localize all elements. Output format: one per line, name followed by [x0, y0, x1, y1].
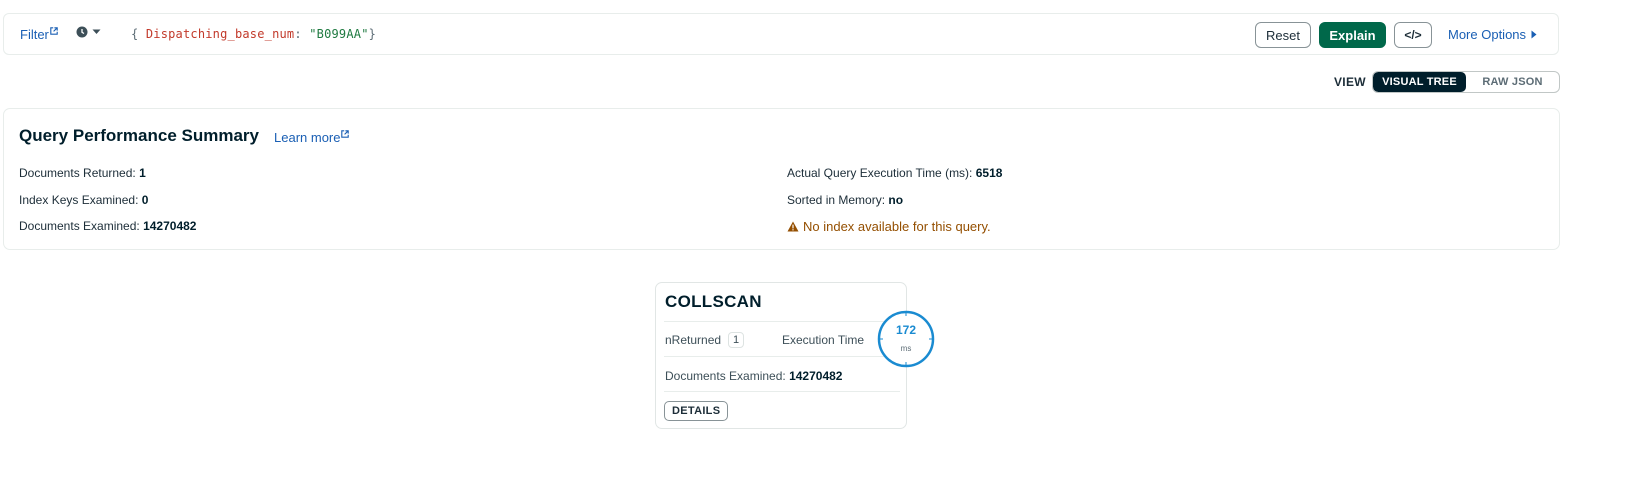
nreturned-label: nReturned: [665, 333, 722, 347]
summary-title: Query Performance Summary: [19, 126, 259, 145]
stat-value: 14270482: [789, 369, 843, 383]
learn-more-label: Learn more: [274, 130, 341, 145]
execution-time-stat: Actual Query Execution Time (ms): 6518: [787, 166, 1002, 180]
divider: [664, 356, 900, 357]
clock-icon: [76, 26, 88, 38]
stat-label: Sorted in Memory:: [787, 193, 886, 207]
index-keys-examined-stat: Index Keys Examined: 0: [19, 193, 148, 207]
query-key: Dispatching_base_num: [145, 27, 295, 41]
filter-bar: Filter { Dispatching_base_num: "B099AA"}…: [3, 13, 1559, 55]
query-sep: :: [294, 27, 310, 41]
warning-text: No index available for this query.: [803, 219, 991, 234]
query-close: }: [368, 27, 377, 41]
stat-value: no: [888, 193, 904, 207]
query-history-button[interactable]: [76, 26, 101, 38]
no-index-warning: No index available for this query.: [787, 219, 991, 234]
stage-documents-examined: Documents Examined: 14270482: [665, 369, 842, 383]
filter-label: Filter: [20, 27, 49, 42]
stat-label: Actual Query Execution Time (ms):: [787, 166, 973, 180]
query-open: {: [131, 27, 146, 41]
execution-time-label: Execution Time: [782, 333, 865, 347]
stat-value: 0: [141, 193, 149, 207]
more-options-link[interactable]: More Options: [1448, 27, 1537, 42]
stat-label: Index Keys Examined:: [19, 193, 139, 207]
sorted-in-memory-stat: Sorted in Memory: no: [787, 193, 903, 207]
execution-time-ring: [877, 310, 935, 368]
query-performance-summary: Query Performance Summary Learn more Doc…: [3, 108, 1560, 250]
divider: [664, 321, 900, 322]
stat-value: 14270482: [143, 219, 197, 233]
stat-value: 6518: [975, 166, 1003, 180]
learn-more-link[interactable]: Learn more: [274, 130, 350, 145]
view-label: VIEW: [1334, 75, 1366, 89]
stat-value: 1: [139, 166, 146, 180]
explain-button[interactable]: Explain: [1319, 22, 1386, 48]
code-view-button[interactable]: </>: [1394, 22, 1432, 48]
stat-label: Documents Returned:: [19, 166, 136, 180]
filter-link[interactable]: Filter: [20, 27, 58, 42]
stage-name: COLLSCAN: [665, 292, 762, 311]
stat-label: Documents Examined:: [19, 219, 140, 233]
more-options-label: More Options: [1448, 27, 1527, 42]
stat-label: Documents Examined:: [665, 369, 786, 383]
documents-examined-stat: Documents Examined: 14270482: [19, 219, 196, 233]
details-button[interactable]: DETAILS: [664, 401, 729, 421]
chevron-down-icon: [92, 29, 101, 34]
execution-time-unit: ms: [900, 344, 912, 353]
query-input[interactable]: { Dispatching_base_num: "B099AA"}: [131, 27, 376, 41]
divider: [664, 391, 900, 392]
query-value: "B099AA": [309, 27, 369, 41]
raw-json-tab[interactable]: RAW JSON: [1466, 72, 1559, 92]
view-toggle: VISUAL TREE RAW JSON: [1372, 71, 1560, 93]
caret-right-icon: [1531, 30, 1537, 39]
documents-returned-stat: Documents Returned: 1: [19, 166, 146, 180]
execution-time-value: 172: [895, 323, 917, 337]
visual-tree-tab[interactable]: VISUAL TREE: [1373, 72, 1466, 92]
reset-button[interactable]: Reset: [1255, 22, 1311, 48]
external-link-icon: [341, 130, 350, 138]
collscan-stage-card[interactable]: COLLSCAN nReturned 1 Execution Time Docu…: [655, 282, 907, 429]
nreturned-badge: 1: [728, 332, 745, 348]
external-link-icon: [50, 27, 58, 35]
warning-icon: [787, 221, 799, 232]
